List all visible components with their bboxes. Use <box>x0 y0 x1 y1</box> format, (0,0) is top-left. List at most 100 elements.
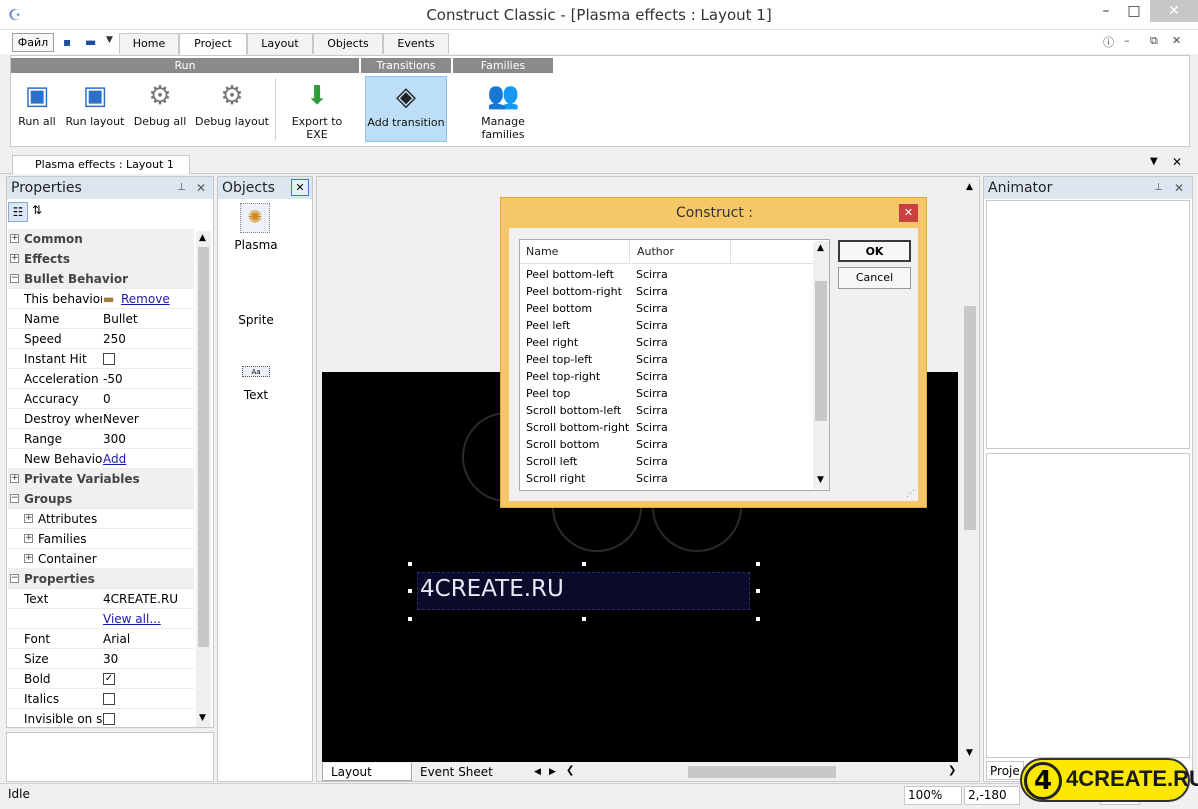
canvas-text-object[interactable]: 4CREATE.RU <box>417 572 750 610</box>
frame-list[interactable] <box>986 453 1190 758</box>
resize-handle[interactable] <box>408 617 412 621</box>
property-category[interactable]: − Properties <box>8 569 194 589</box>
property-row[interactable]: Speed 250 <box>8 329 194 349</box>
property-row[interactable]: Size 30 <box>8 649 194 669</box>
scroll-left-icon[interactable]: ❮ <box>566 765 574 776</box>
cancel-button[interactable]: Cancel <box>838 267 911 289</box>
list-item[interactable]: Peel top Scirra <box>526 385 816 402</box>
scroll-thumb[interactable] <box>964 306 976 530</box>
property-category[interactable]: + Private Variables <box>8 469 194 489</box>
transition-list[interactable]: Name Author Peel bottom-left Scirra Peel b… <box>519 239 830 491</box>
tab-event-sheet-editor[interactable]: Event Sheet Editor <box>414 763 530 797</box>
column-header-name[interactable]: Name <box>520 240 630 264</box>
property-row[interactable]: Text 4CREATE.RU <box>8 589 194 609</box>
expand-icon[interactable]: + <box>24 514 33 523</box>
list-item[interactable]: Peel top-right Scirra <box>526 368 816 385</box>
property-row[interactable]: View all... <box>8 609 194 629</box>
minimize-icon[interactable]: – <box>1092 0 1120 22</box>
scroll-down-icon[interactable]: ▼ <box>817 475 824 485</box>
resize-handle[interactable] <box>756 562 760 566</box>
objects-close-icon[interactable]: ✕ <box>291 179 309 196</box>
list-item[interactable]: Peel bottom-right Scirra <box>526 283 816 300</box>
property-category[interactable]: + Common <box>8 229 194 249</box>
tab-layout-editor[interactable]: Layout Editor <box>322 763 412 797</box>
property-row[interactable]: Name Bullet <box>8 309 194 329</box>
list-item[interactable]: Scroll bottom-right Scirra <box>526 419 816 436</box>
object-text[interactable]: Text <box>220 388 292 402</box>
expand-icon[interactable]: + <box>10 234 19 243</box>
pin-icon[interactable]: ⊥ <box>1154 182 1163 193</box>
tab-objects[interactable]: Objects <box>313 33 383 54</box>
expand-icon[interactable]: + <box>24 554 33 563</box>
ribbon-close-icon[interactable]: ✕ <box>1172 34 1181 47</box>
list-scrollbar[interactable]: ▲ ▼ <box>813 241 829 489</box>
scroll-up-icon[interactable]: ▲ <box>199 233 206 243</box>
debug-layout-button[interactable]: ⚙ Debug layout <box>194 76 270 142</box>
property-row[interactable]: Invisible on start <box>8 709 194 729</box>
tab-scroll-right-icon[interactable]: ▶ <box>549 763 556 781</box>
pin-icon[interactable]: ⊥ <box>177 182 186 193</box>
property-row[interactable]: Font Arial <box>8 629 194 649</box>
property-row[interactable]: Accuracy 0 <box>8 389 194 409</box>
property-row[interactable]: This behavior ▬ Remove <box>8 289 194 309</box>
tab-project-bar[interactable]: Proje <box>986 761 1024 780</box>
canvas-hscrollbar[interactable]: ❮ ❯ <box>562 764 960 780</box>
scroll-up-icon[interactable]: ▲ <box>817 243 824 253</box>
property-category[interactable]: + Effects <box>8 249 194 269</box>
properties-scrollbar[interactable]: ▲ ▼ <box>196 231 211 727</box>
resize-handle[interactable] <box>582 562 586 566</box>
scroll-up-icon[interactable]: ▲ <box>966 182 973 192</box>
object-plasma[interactable]: Plasma <box>220 238 292 252</box>
resize-handle[interactable] <box>408 589 412 593</box>
property-row[interactable]: Instant Hit <box>8 349 194 369</box>
property-link[interactable]: View all... <box>103 609 161 628</box>
scroll-down-icon[interactable]: ▼ <box>966 748 973 758</box>
ok-button[interactable]: OK <box>838 240 911 262</box>
scroll-right-icon[interactable]: ❯ <box>948 765 956 776</box>
dialog-close-icon[interactable]: ✕ <box>899 204 918 222</box>
property-link[interactable]: Add <box>103 449 126 468</box>
panel-close-icon[interactable]: ✕ <box>196 181 206 195</box>
expand-icon[interactable]: + <box>10 474 19 483</box>
column-header-author[interactable]: Author <box>631 240 731 264</box>
checkbox[interactable] <box>103 693 115 705</box>
property-category[interactable]: + Container <box>8 549 194 569</box>
document-tab[interactable]: Plasma effects : Layout 1 <box>12 155 190 174</box>
resize-handle[interactable] <box>408 562 412 566</box>
close-window-icon[interactable]: ✕ <box>1150 0 1198 22</box>
property-row[interactable]: Destroy when Never <box>8 409 194 429</box>
list-item[interactable]: Scroll left Scirra <box>526 453 816 470</box>
expand-icon[interactable]: + <box>10 254 19 263</box>
list-item[interactable]: Peel right Scirra <box>526 334 816 351</box>
scroll-down-icon[interactable]: ▼ <box>199 713 206 723</box>
text-object-icon[interactable]: Aa <box>242 366 270 377</box>
ribbon-minimize-icon[interactable]: – <box>1124 34 1130 47</box>
list-item[interactable]: Peel left Scirra <box>526 317 816 334</box>
sort-alpha-icon[interactable]: ⇅ <box>32 203 42 217</box>
file-menu-button[interactable]: Файл <box>12 33 54 52</box>
canvas-vscrollbar[interactable]: ▲ ▼ <box>962 178 978 762</box>
help-icon[interactable]: ⓘ <box>1103 34 1114 50</box>
list-item[interactable]: Peel bottom-left Scirra <box>526 266 816 283</box>
tab-list-chevron-icon[interactable]: ▼ <box>1150 156 1158 167</box>
tab-scroll-left-icon[interactable]: ◀ <box>534 763 541 781</box>
save-icon[interactable]: ▪ <box>63 35 78 49</box>
property-row[interactable]: New Behavior Add <box>8 449 194 469</box>
scroll-thumb[interactable] <box>198 247 209 647</box>
property-category[interactable]: − Groups <box>8 489 194 509</box>
list-item[interactable]: Scroll bottom Scirra <box>526 436 816 453</box>
list-item[interactable]: Scroll right Scirra <box>526 470 816 487</box>
resize-handle[interactable] <box>582 617 586 621</box>
list-item[interactable]: Peel bottom Scirra <box>526 300 816 317</box>
animation-list[interactable] <box>986 200 1190 449</box>
property-row[interactable]: Italics <box>8 689 194 709</box>
add-transition-button[interactable]: ◈ Add transition <box>365 76 447 142</box>
collapse-icon[interactable]: − <box>10 494 19 503</box>
property-category[interactable]: + Attributes <box>8 509 194 529</box>
resize-grip-icon[interactable]: ⋰ <box>906 489 915 499</box>
restore-icon[interactable]: ⧉ <box>1150 34 1158 48</box>
debug-all-button[interactable]: ⚙ Debug all <box>132 76 188 142</box>
tab-layout[interactable]: Layout <box>247 33 313 54</box>
list-item[interactable]: Peel top-left Scirra <box>526 351 816 368</box>
manage-families-button[interactable]: 👥 Manage families <box>458 76 548 142</box>
